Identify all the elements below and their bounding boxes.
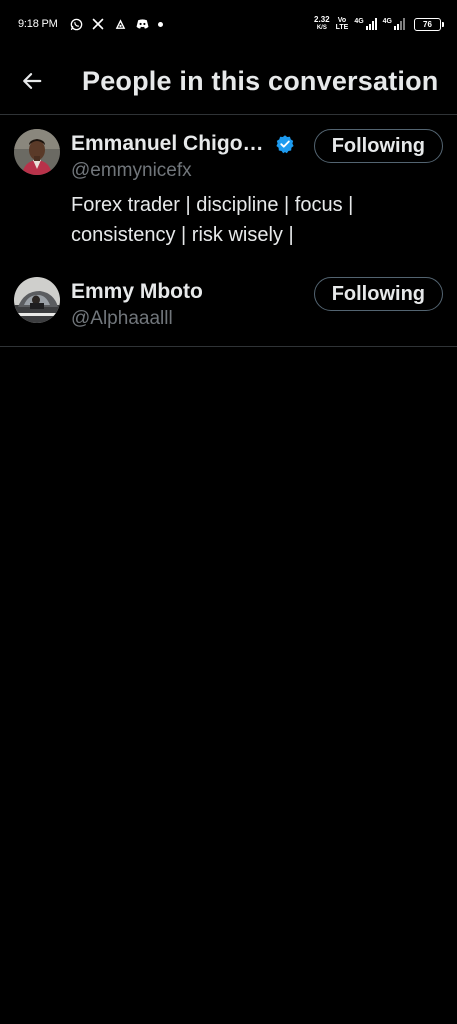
list-item[interactable]: Emmanuel Chigozie @emmynicefx Forex trad… xyxy=(0,115,457,263)
app-notification-icon xyxy=(114,18,127,31)
network-speed-value: 2.32 xyxy=(314,15,330,24)
list-item[interactable]: Emmy Mboto @Alphaaalll Following xyxy=(0,263,457,347)
person-bio: Forex trader | discipline | focus | cons… xyxy=(71,194,354,246)
person-handle: @Alphaaalll xyxy=(71,308,173,329)
person-name[interactable]: Emmanuel Chigozie xyxy=(71,132,269,156)
network-type-sim1: 4G xyxy=(354,18,364,25)
page-title: People in this conversation xyxy=(82,65,439,96)
network-type-sim2: 4G xyxy=(382,18,392,25)
signal-sim2-icon: 4G xyxy=(383,18,405,30)
more-notifications-dot-icon xyxy=(157,21,163,27)
person-name[interactable]: Emmy Mboto xyxy=(71,280,203,304)
people-list: Emmanuel Chigozie @emmynicefx Forex trad… xyxy=(0,115,457,347)
following-button[interactable]: Following xyxy=(313,277,443,311)
status-left: 9:18 PM xyxy=(18,18,163,31)
volte-indicator: Vo LTE xyxy=(336,17,349,31)
whatsapp-icon xyxy=(70,18,83,31)
verified-badge-icon xyxy=(276,135,294,154)
top-app-bar: People in this conversation xyxy=(0,48,457,115)
discord-icon xyxy=(136,18,149,31)
avatar[interactable] xyxy=(14,277,60,323)
network-speed-unit: K/S xyxy=(316,25,327,31)
status-bar: 9:18 PM 2.32 K/S Vo LTE 4G 4G 76 xyxy=(0,0,457,48)
network-speed: 2.32 K/S xyxy=(314,16,330,32)
x-app-icon xyxy=(92,18,105,31)
battery-level: 76 xyxy=(423,19,432,29)
person-handle: @emmynicefx xyxy=(71,160,192,181)
volte-top: Vo xyxy=(337,17,347,24)
back-button[interactable] xyxy=(2,51,62,111)
status-right: 2.32 K/S Vo LTE 4G 4G 76 xyxy=(314,16,444,32)
signal-sim1-icon: 4G xyxy=(354,18,377,30)
status-time: 9:18 PM xyxy=(18,18,58,30)
battery-icon: 76 xyxy=(414,17,444,31)
avatar[interactable] xyxy=(14,129,60,175)
following-button[interactable]: Following xyxy=(313,129,443,163)
volte-bottom: LTE xyxy=(335,24,349,31)
back-arrow-icon xyxy=(23,73,42,89)
